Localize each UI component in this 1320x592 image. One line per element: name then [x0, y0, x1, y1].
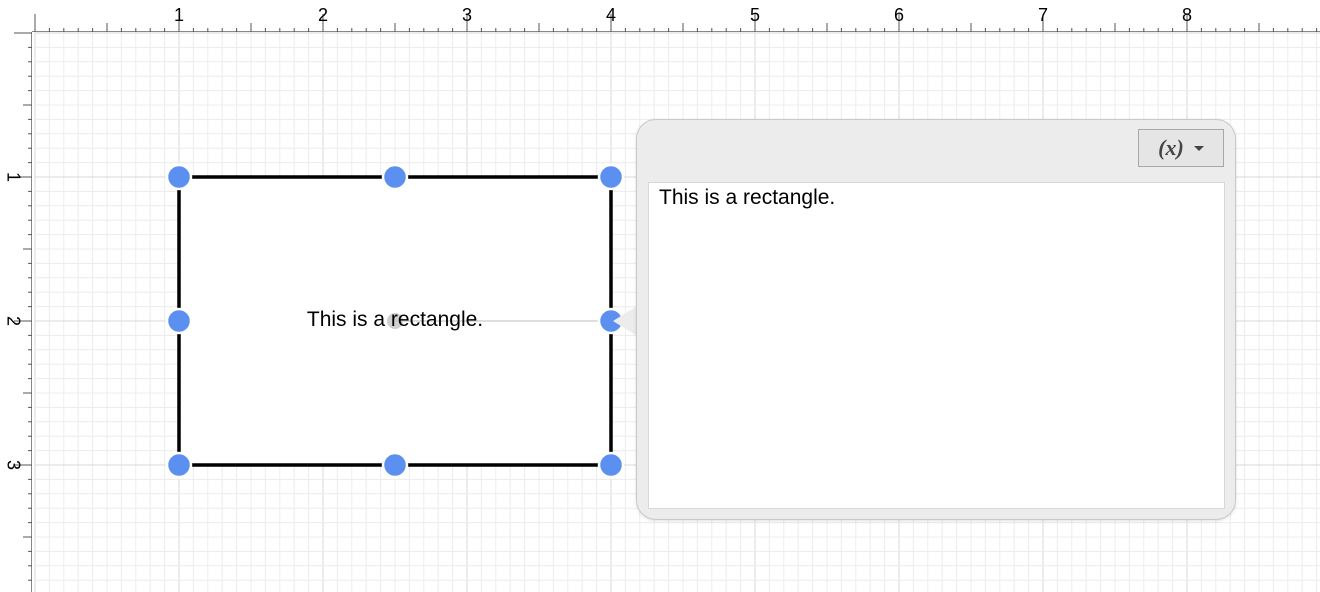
ruler-tick-label: 5: [750, 5, 760, 25]
resize-handle-bottom-left[interactable]: [165, 451, 193, 479]
ruler-tick-label: 7: [1038, 5, 1048, 25]
ruler-tick-label: 1: [3, 172, 23, 182]
resize-handle-top-center[interactable]: [381, 163, 409, 191]
ruler-tick-label: 2: [3, 316, 23, 326]
vertical-ruler: 1 2 3: [0, 0, 32, 592]
ruler-tick-label: 1: [174, 5, 184, 25]
variable-icon: (x): [1158, 135, 1184, 160]
ruler-tick-label: 6: [894, 5, 904, 25]
resize-handle-bottom-center[interactable]: [381, 451, 409, 479]
chevron-down-icon: [1193, 145, 1204, 151]
ruler-tick-label: 3: [3, 460, 23, 470]
text-cursor-dot: [387, 313, 403, 329]
popover-arrow: [613, 306, 637, 336]
resize-handle-top-right[interactable]: [597, 163, 625, 191]
resize-handle-bottom-right[interactable]: [597, 451, 625, 479]
shape-text-field[interactable]: This is a rectangle.: [648, 182, 1225, 509]
text-edit-popover: (x) This is a rectangle.: [636, 119, 1236, 520]
resize-handle-middle-left[interactable]: [165, 307, 193, 335]
ruler-tick-label: 3: [462, 5, 472, 25]
resize-handle-top-left[interactable]: [165, 163, 193, 191]
horizontal-ruler: 1 2 3 4 5 6 7 8: [0, 0, 1320, 32]
insert-variable-button[interactable]: (x): [1138, 129, 1224, 167]
ruler-tick-label: 8: [1182, 5, 1192, 25]
ruler-tick-label: 4: [606, 5, 616, 25]
ruler-corner: [0, 0, 32, 32]
ruler-tick-label: 2: [318, 5, 328, 25]
